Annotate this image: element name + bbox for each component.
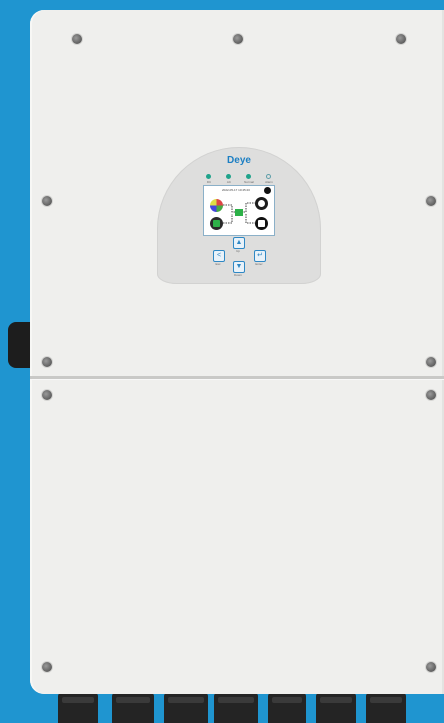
- enter-button[interactable]: ↵: [254, 250, 266, 262]
- cable-gland: [214, 693, 258, 723]
- cable-gland: [316, 693, 356, 723]
- led-normal: [246, 174, 251, 179]
- screw-icon: [426, 662, 436, 672]
- screw-icon: [42, 662, 52, 672]
- power-flow-lines: [223, 202, 255, 224]
- cable-gland: [366, 693, 406, 723]
- screw-icon: [233, 34, 243, 44]
- screw-icon: [72, 34, 82, 44]
- led-ac: [226, 174, 231, 179]
- screw-icon: [426, 196, 436, 206]
- cover-seam-highlight: [30, 379, 444, 380]
- cable-gland: [112, 693, 154, 723]
- brand-logo: Deye: [157, 155, 321, 166]
- enter-label: Enter: [255, 262, 263, 266]
- screw-icon: [426, 357, 436, 367]
- cable-gland: [164, 693, 208, 723]
- up-button[interactable]: ▲: [233, 237, 245, 249]
- down-button[interactable]: ▼: [233, 261, 245, 273]
- led-alarm: [266, 174, 271, 179]
- esc-label: Esc: [215, 262, 221, 266]
- cable-gland: [58, 693, 98, 723]
- screw-icon: [42, 390, 52, 400]
- esc-button[interactable]: <: [213, 250, 225, 262]
- down-label: Down: [234, 273, 242, 277]
- led-dc: [206, 174, 211, 179]
- lcd-screen[interactable]: 2022-05-17 10:45:20: [203, 185, 275, 236]
- screw-icon: [396, 34, 406, 44]
- screw-icon: [426, 390, 436, 400]
- led-label: Alarm: [265, 180, 273, 184]
- screw-icon: [42, 196, 52, 206]
- cable-gland: [268, 693, 306, 723]
- up-label: Up: [236, 249, 240, 253]
- inverter-enclosure: [30, 10, 444, 694]
- brand-name: Deye: [227, 155, 251, 166]
- screw-icon: [42, 357, 52, 367]
